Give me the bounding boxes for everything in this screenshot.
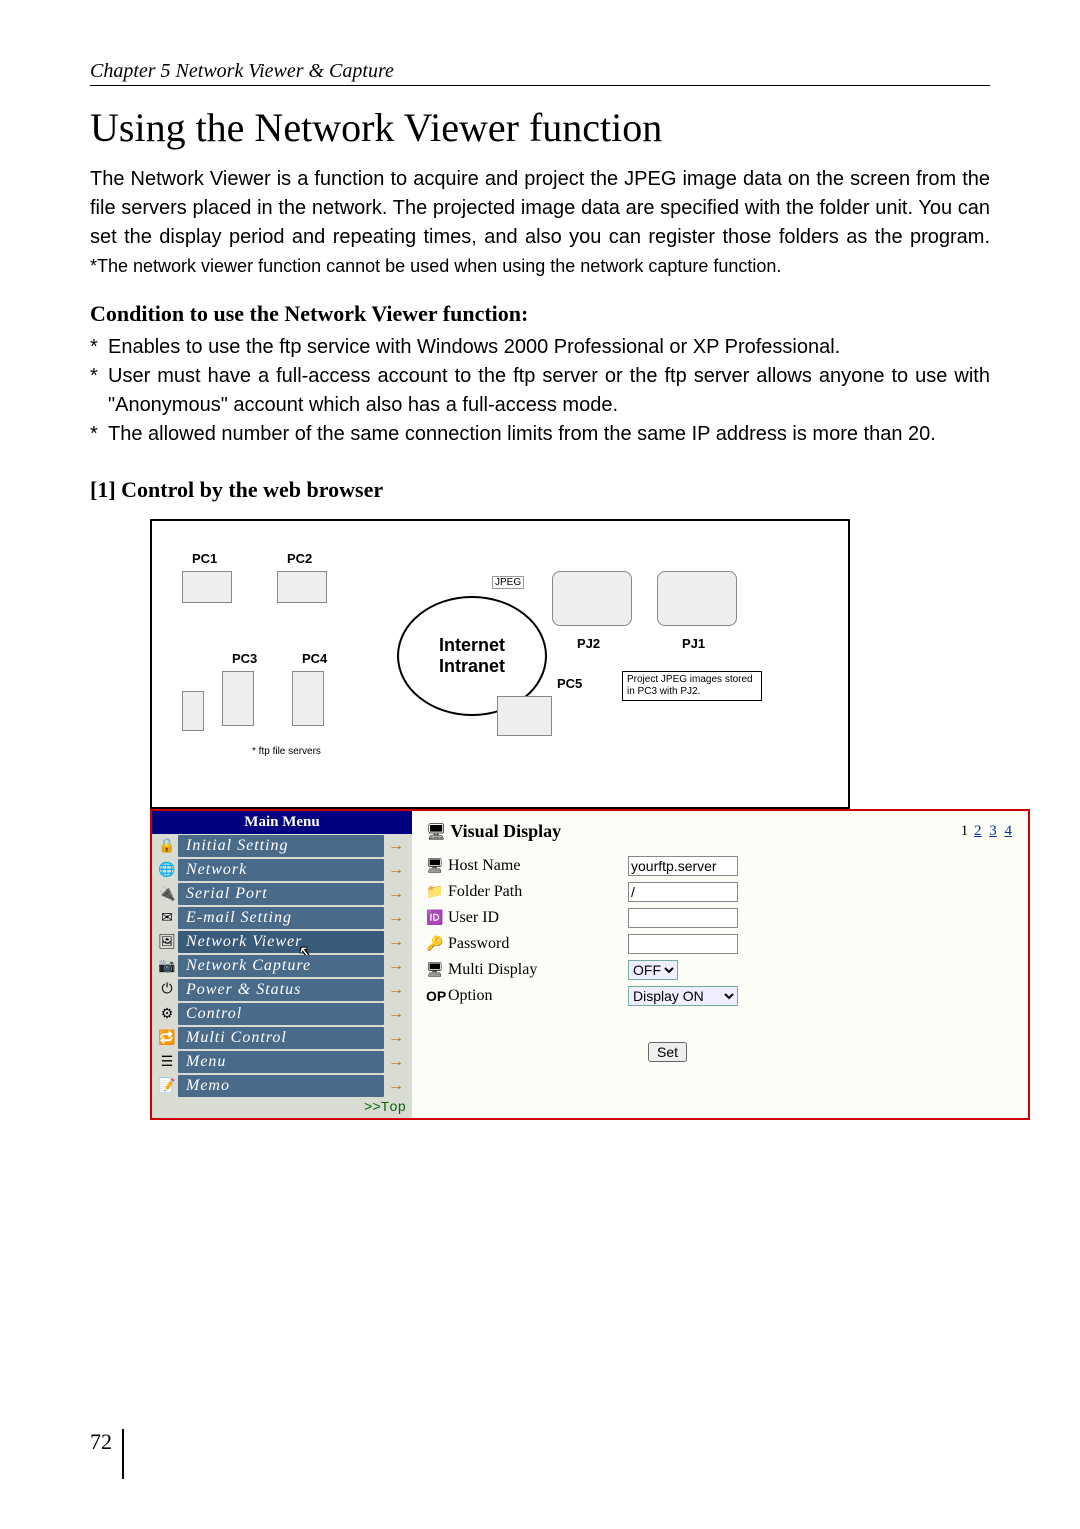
user-id-label: User ID <box>448 909 628 927</box>
pj2-label: PJ2 <box>577 636 600 651</box>
laptop-icon <box>182 571 232 603</box>
menu-icon: ☰ <box>156 1053 178 1071</box>
pc5-label: PC5 <box>557 676 582 691</box>
arrow-right-icon: → <box>384 861 408 879</box>
user-icon: 🆔 <box>426 910 448 927</box>
multi-display-select[interactable]: OFF <box>628 960 678 980</box>
option-label: Option <box>448 987 628 1005</box>
folder-icon: 📁 <box>426 884 448 901</box>
memo-icon: 📝 <box>156 1077 178 1095</box>
page-title: Using the Network Viewer function <box>90 104 990 151</box>
network-icon: 🌐 <box>156 861 178 879</box>
intro-paragraph: The Network Viewer is a function to acqu… <box>90 165 990 281</box>
pc4-label: PC4 <box>302 651 327 666</box>
mail-icon: ✉ <box>156 909 178 927</box>
multi-display-icon: 🖥 <box>426 962 448 979</box>
arrow-right-icon: → <box>384 1053 408 1071</box>
sidebar-item-network[interactable]: 🌐Network→ <box>152 858 412 882</box>
pc2-label: PC2 <box>287 551 312 566</box>
projector-icon <box>552 571 632 626</box>
folder-path-input[interactable] <box>628 882 738 902</box>
gear-icon: ⚙ <box>156 1005 178 1023</box>
top-link[interactable]: >>Top <box>152 1098 412 1118</box>
host-icon: 🖥 <box>426 858 448 875</box>
sidebar-item-network-capture[interactable]: 📷Network Capture→ <box>152 954 412 978</box>
condition-list: *Enables to use the ftp service with Win… <box>90 333 990 449</box>
laptop-icon <box>277 571 327 603</box>
server-icon <box>292 671 324 726</box>
visual-display-form: 🖥 Visual Display 1 2 3 4 🖥 Host Name 📁 F… <box>412 811 1028 1118</box>
power-icon: ⏻ <box>156 981 178 999</box>
condition-item: *The allowed number of the same connecti… <box>90 420 990 449</box>
sidebar-header: Main Menu <box>152 811 412 834</box>
sidebar-item-control[interactable]: ⚙Control→ <box>152 1002 412 1026</box>
chapter-header: Chapter 5 Network Viewer & Capture <box>90 60 990 86</box>
pc1-label: PC1 <box>192 551 217 566</box>
display-icon: 🖥 <box>426 822 446 842</box>
pj1-label: PJ1 <box>682 636 705 651</box>
host-name-label: Host Name <box>448 857 628 875</box>
host-name-input[interactable] <box>628 856 738 876</box>
server-icon <box>222 671 254 726</box>
arrow-right-icon: → <box>384 981 408 999</box>
pager-link-2[interactable]: 2 <box>974 823 982 839</box>
arrow-right-icon: → <box>384 1029 408 1047</box>
intro-text: The Network Viewer is a function to acqu… <box>90 168 990 248</box>
network-diagram: PC1 PC2 PC3 PC4 * ftp file servers Inter… <box>150 519 850 809</box>
viewer-icon: 🖼 <box>156 933 178 951</box>
sidebar-item-menu[interactable]: ☰Menu→ <box>152 1050 412 1074</box>
main-menu-sidebar: Main Menu 🔒Initial Setting→ 🌐Network→ 🔌S… <box>152 811 412 1118</box>
condition-heading: Condition to use the Network Viewer func… <box>90 301 990 327</box>
ftp-note: * ftp file servers <box>252 746 321 757</box>
page-number: 72 <box>90 1429 124 1479</box>
password-label: Password <box>448 935 628 953</box>
intro-note: *The network viewer function cannot be u… <box>90 256 781 276</box>
sidebar-item-network-viewer[interactable]: 🖼Network Viewer→↖ <box>152 930 412 954</box>
arrow-right-icon: → <box>384 1005 408 1023</box>
option-select[interactable]: Display ON <box>628 986 738 1006</box>
option-icon: OP <box>426 988 448 1004</box>
arrow-right-icon: → <box>384 837 408 855</box>
web-browser-panel: Main Menu 🔒Initial Setting→ 🌐Network→ 🔌S… <box>150 809 1030 1120</box>
pager: 1 2 3 4 <box>961 823 1014 840</box>
sidebar-item-multi-control[interactable]: 🔁Multi Control→ <box>152 1026 412 1050</box>
condition-item: *Enables to use the ftp service with Win… <box>90 333 990 362</box>
arrow-right-icon: → <box>384 885 408 903</box>
content-title: Visual Display <box>450 821 960 842</box>
pc3-label: PC3 <box>232 651 257 666</box>
server-icon <box>182 691 204 731</box>
subsection-heading: [1] Control by the web browser <box>90 477 990 503</box>
lock-icon: 🔒 <box>156 837 178 855</box>
key-icon: 🔑 <box>426 936 448 953</box>
pager-current: 1 <box>961 823 969 839</box>
user-id-input[interactable] <box>628 908 738 928</box>
projection-note: Project JPEG images stored in PC3 with P… <box>622 671 762 701</box>
capture-icon: 📷 <box>156 957 178 975</box>
password-input[interactable] <box>628 934 738 954</box>
set-button[interactable]: Set <box>648 1042 687 1062</box>
sidebar-item-email-setting[interactable]: ✉E-mail Setting→ <box>152 906 412 930</box>
arrow-right-icon: → <box>384 933 408 951</box>
port-icon: 🔌 <box>156 885 178 903</box>
arrow-right-icon: → <box>384 909 408 927</box>
arrow-right-icon: → <box>384 1077 408 1095</box>
laptop-icon <box>497 696 552 736</box>
multi-icon: 🔁 <box>156 1029 178 1047</box>
condition-item: *User must have a full-access account to… <box>90 362 990 420</box>
sidebar-item-memo[interactable]: 📝Memo→ <box>152 1074 412 1098</box>
pager-link-4[interactable]: 4 <box>1005 823 1013 839</box>
sidebar-item-power-status[interactable]: ⏻Power & Status→ <box>152 978 412 1002</box>
jpeg-label: JPEG <box>492 576 524 589</box>
projector-icon <box>657 571 737 626</box>
folder-path-label: Folder Path <box>448 883 628 901</box>
multi-display-label: Multi Display <box>448 961 628 979</box>
sidebar-item-serial-port[interactable]: 🔌Serial Port→ <box>152 882 412 906</box>
sidebar-item-initial-setting[interactable]: 🔒Initial Setting→ <box>152 834 412 858</box>
pager-link-3[interactable]: 3 <box>989 823 997 839</box>
arrow-right-icon: → <box>384 957 408 975</box>
